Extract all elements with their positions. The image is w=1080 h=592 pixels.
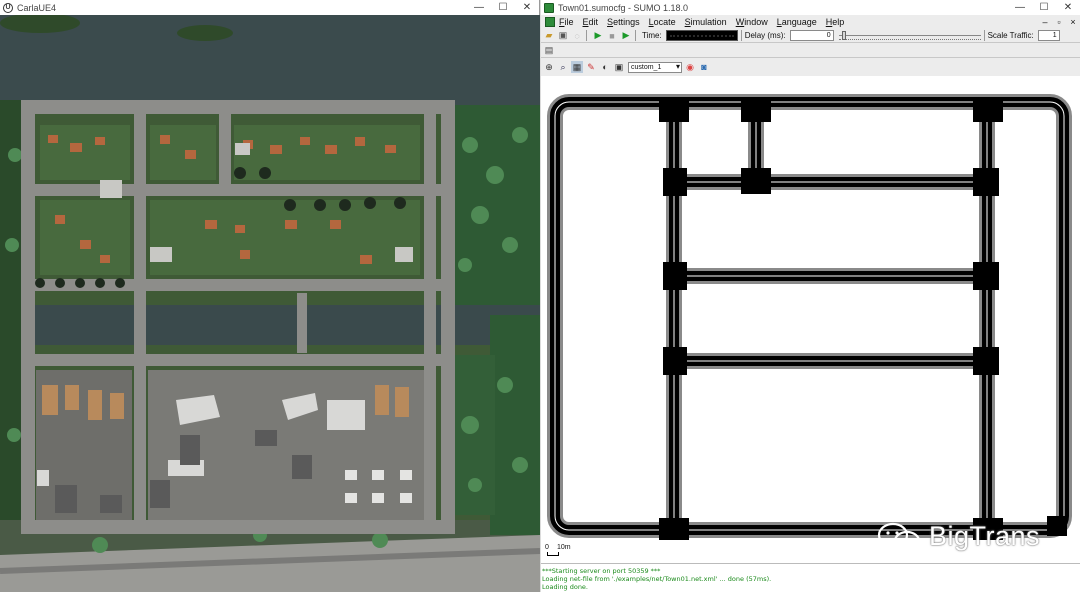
3d-icon[interactable]: ◐ xyxy=(599,61,611,73)
town-aerial-view xyxy=(0,15,540,592)
menu-locate[interactable]: Locate xyxy=(649,17,676,27)
minimize-button[interactable]: — xyxy=(467,2,491,13)
delay-input[interactable]: 0 xyxy=(789,30,834,41)
scale-traffic-label: Scale Traffic: xyxy=(987,31,1034,40)
carla-window: U CarlaUE4 — ☐ ✕ xyxy=(0,0,540,592)
message-log: ***Starting server on port 50359 *** Loa… xyxy=(541,563,1080,592)
maximize-button[interactable]: ☐ xyxy=(1032,2,1056,13)
wechat-icon xyxy=(877,522,921,551)
mdi-close-button[interactable]: × xyxy=(1066,17,1080,27)
mdi-minimize-button[interactable]: – xyxy=(1038,17,1052,27)
time-display xyxy=(665,30,738,41)
log-line: Loading net-file from './examples/net/To… xyxy=(542,575,772,583)
color-scheme-select[interactable]: custom_1 xyxy=(628,61,682,73)
log-line: ***Starting server on port 50359 *** xyxy=(542,567,661,575)
menu-window[interactable]: Window xyxy=(736,17,768,27)
time-label: Time: xyxy=(642,31,662,40)
view-options-toolbar: ⊕ ⌕ ▦ ✎ ◐ ▣ custom_1 ◉ ◙ xyxy=(541,60,1080,74)
sumo-window: Town01.sumocfg - SUMO 1.18.0 — ☐ ✕ File … xyxy=(541,0,1080,592)
log-line: Loading done. xyxy=(542,583,588,591)
slider-thumb[interactable] xyxy=(841,31,846,40)
trace-icon[interactable]: ✎ xyxy=(585,61,597,73)
menu-settings[interactable]: Settings xyxy=(607,17,640,27)
screenshot-icon[interactable]: ▣ xyxy=(613,61,625,73)
simulation-toolbar: ▰ ▣ ◌ ▶ ■ ▶ Time: Delay (ms): 0 Scale Tr… xyxy=(541,29,1080,43)
window-title: Town01.sumocfg - SUMO 1.18.0 xyxy=(558,2,689,13)
run-icon[interactable]: ▶ xyxy=(592,30,604,42)
carla-3d-viewport[interactable] xyxy=(0,15,540,592)
zoom-icon[interactable]: ⌕ xyxy=(557,61,569,73)
road-network-map xyxy=(541,76,1080,540)
color-wheel-icon[interactable]: ◉ xyxy=(684,61,696,73)
menu-file[interactable]: File xyxy=(559,17,574,27)
step-icon[interactable]: ▶ xyxy=(620,30,632,42)
view-toolbar: ▤ xyxy=(541,44,1080,58)
watermark-text: BigTrans xyxy=(929,521,1041,551)
sumo-icon xyxy=(544,2,554,13)
network-canvas[interactable]: 0 10m BigTrans xyxy=(541,76,1080,563)
delay-slider[interactable] xyxy=(838,30,981,41)
close-button[interactable]: ✕ xyxy=(1056,2,1080,13)
sumo-doc-icon xyxy=(545,17,555,27)
mdi-restore-button[interactable]: ▫ xyxy=(1052,17,1066,27)
minimize-button[interactable]: — xyxy=(1008,2,1032,13)
sumo-titlebar: Town01.sumocfg - SUMO 1.18.0 — ☐ ✕ xyxy=(541,0,1080,15)
open-network-icon[interactable]: ▣ xyxy=(557,30,569,42)
close-button[interactable]: ✕ xyxy=(515,2,539,13)
menu-simulation[interactable]: Simulation xyxy=(685,17,727,27)
menu-edit[interactable]: Edit xyxy=(583,17,599,27)
scale-bar xyxy=(547,552,559,556)
unreal-engine-icon: U xyxy=(3,2,13,13)
recenter-icon[interactable]: ⊕ xyxy=(543,61,555,73)
window-title: CarlaUE4 xyxy=(17,2,57,13)
reload-icon[interactable]: ◌ xyxy=(571,30,583,42)
open-folder-icon[interactable]: ▰ xyxy=(543,30,555,42)
delay-label: Delay (ms): xyxy=(744,31,786,40)
scale-traffic-input[interactable]: 1 xyxy=(1037,30,1060,41)
menubar: File Edit Settings Locate Simulation Win… xyxy=(541,15,1080,29)
watermark: BigTrans xyxy=(877,521,1040,552)
stop-icon[interactable]: ■ xyxy=(606,30,618,42)
carla-titlebar: U CarlaUE4 — ☐ ✕ xyxy=(0,0,539,15)
new-view-icon[interactable]: ▤ xyxy=(543,45,555,57)
locate-icon[interactable]: ▦ xyxy=(571,61,583,73)
menu-language[interactable]: Language xyxy=(777,17,817,27)
menu-help[interactable]: Help xyxy=(826,17,845,27)
camera-icon[interactable]: ◙ xyxy=(698,61,710,73)
maximize-button[interactable]: ☐ xyxy=(491,2,515,13)
